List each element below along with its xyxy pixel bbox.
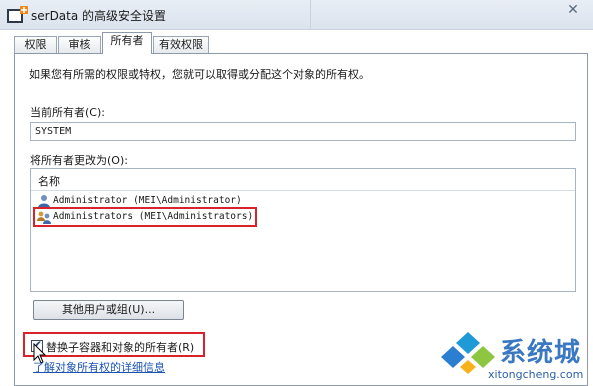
app-icon: [7, 6, 28, 23]
tab-auditing[interactable]: 审核: [58, 36, 101, 53]
tab-permissions[interactable]: 权限: [14, 36, 57, 53]
window-title: serData 的高级安全设置: [31, 9, 167, 23]
list-column-header[interactable]: 名称: [31, 169, 575, 191]
user-icon: [38, 195, 50, 208]
watermark-brand-name: 系统城: [500, 338, 582, 368]
replace-owner-label[interactable]: 替换子容器和对象的所有者(R): [46, 339, 194, 355]
owner-list[interactable]: 名称 Administrator (MEI\Administrator) Adm…: [30, 168, 576, 292]
change-owner-label: 将所有者更改为(O):: [30, 154, 128, 167]
current-owner-field: SYSTEM: [30, 122, 576, 141]
title-bar: serData 的高级安全设置 ✕: [0, 0, 593, 30]
other-users-or-groups-button[interactable]: 其他用户或组(U)...: [33, 300, 184, 320]
current-owner-label: 当前所有者(C):: [30, 106, 105, 119]
close-button[interactable]: ✕: [562, 2, 584, 18]
selection-highlight-box: [33, 207, 257, 227]
watermark-url: xitongcheng.com: [488, 368, 584, 381]
owner-description: 如果您有所需的权限或特权，您就可以取得或分配这个对象的所有权。: [29, 68, 370, 81]
title-divider: [310, 0, 311, 30]
name-column-label: 名称: [38, 175, 60, 188]
tab-owner[interactable]: 所有者: [102, 32, 152, 54]
tab-effective-permissions[interactable]: 有效权限: [153, 36, 209, 53]
ownership-details-link[interactable]: 了解对象所有权的详细信息: [33, 359, 165, 375]
